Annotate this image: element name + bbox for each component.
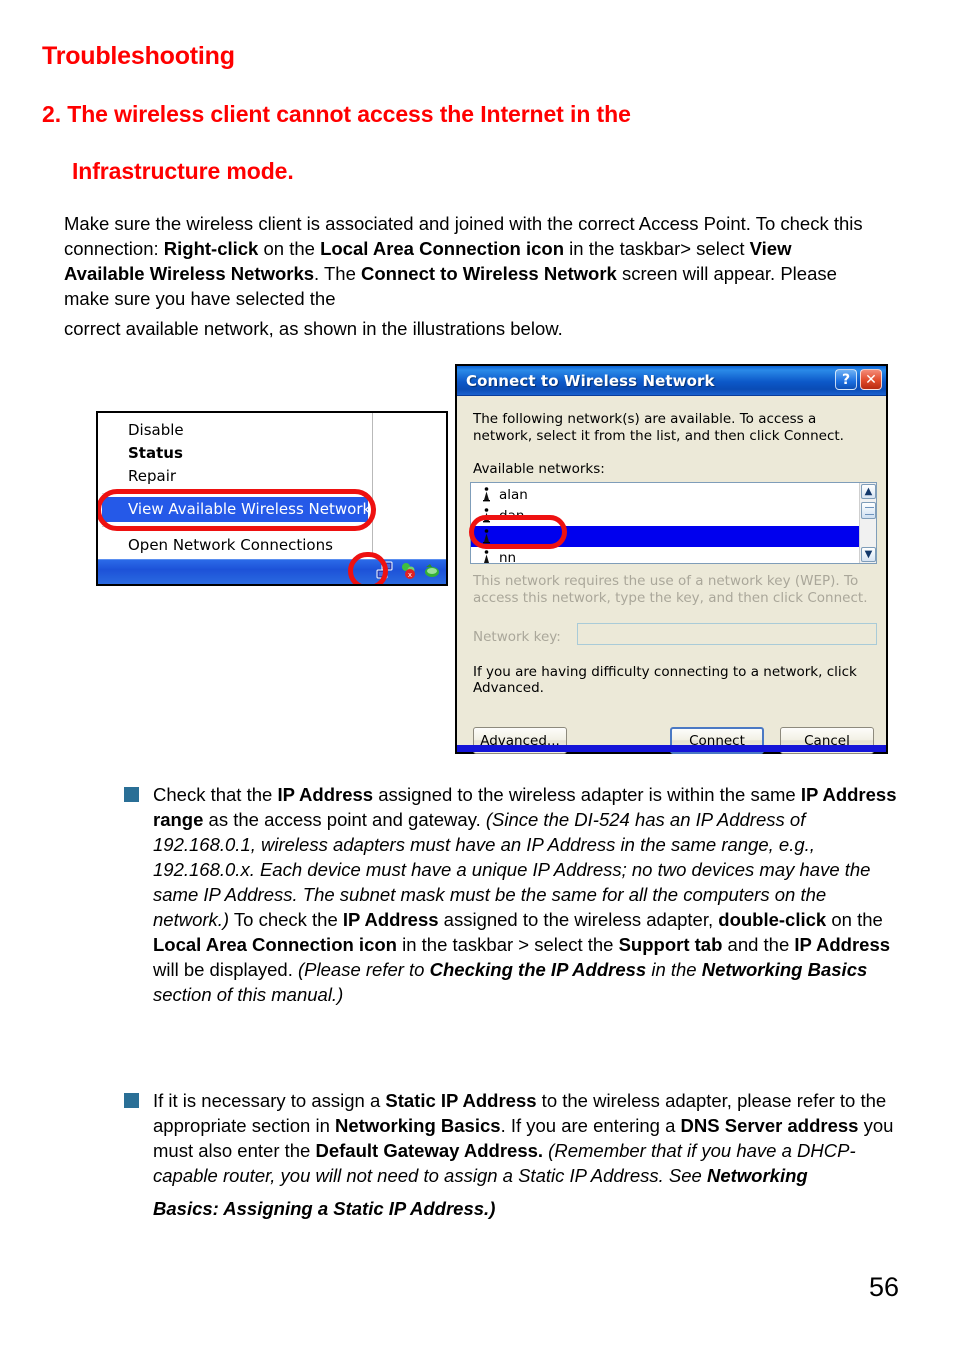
- context-menu-panel: Disable Status Repair View Available Wir…: [98, 413, 446, 584]
- b1-ib2: Networking Basics: [701, 959, 868, 980]
- scrollbar-thumb[interactable]: [861, 502, 876, 519]
- close-icon[interactable]: ✕: [860, 369, 882, 390]
- wireless-network-icon: [477, 550, 495, 563]
- bullet-item-static-ip: If it is necessary to assign a Static IP…: [124, 1088, 898, 1221]
- network-key-input[interactable]: [577, 623, 877, 645]
- b1-b6: Support tab: [618, 934, 723, 955]
- menu-item-disable[interactable]: Disable: [128, 421, 184, 439]
- utility-icon[interactable]: [423, 561, 442, 580]
- bullet-square-icon: [124, 1093, 139, 1108]
- advanced-note: If you are having difficulty connecting …: [473, 664, 857, 696]
- menu-divider: [372, 413, 373, 553]
- scroll-down-icon[interactable]: ▼: [861, 547, 876, 562]
- network-name: nn: [499, 549, 517, 564]
- b1-b4: double-click: [718, 909, 827, 930]
- b2-last: Basics: Assigning a Static IP Address.): [153, 1198, 496, 1219]
- listbox-scrollbar[interactable]: ▲ ▼: [859, 483, 876, 563]
- manual-page: Troubleshooting 2. The wireless client c…: [0, 0, 954, 1354]
- intro-text-f: correct available network, as shown in t…: [64, 318, 563, 339]
- b1-t8: and the: [722, 934, 795, 955]
- wireless-network-icon: [477, 487, 495, 502]
- b1-b7: IP Address: [794, 934, 891, 955]
- page-number: 56: [868, 1272, 899, 1302]
- b1-t5: assigned to the wireless adapter,: [438, 909, 719, 930]
- dialog-body: The following network(s) are available. …: [457, 397, 886, 754]
- b1-b5: Local Area Connection icon: [153, 934, 397, 955]
- b1-t9: will be displayed.: [153, 959, 298, 980]
- b1-b1: IP Address: [277, 784, 374, 805]
- b1-t7: in the taskbar > select the: [396, 934, 619, 955]
- menu-item-repair[interactable]: Repair: [128, 467, 176, 485]
- help-icon[interactable]: ?: [835, 369, 857, 390]
- intro-text-b: on the: [258, 238, 321, 259]
- b1-t1: Check that the: [153, 784, 278, 805]
- intro-bold-right-click: Right-click: [163, 238, 259, 259]
- b1-t3: as the access point and gateway.: [203, 809, 486, 830]
- list-item[interactable]: nn: [471, 547, 860, 564]
- menu-item-open-network-connections[interactable]: Open Network Connections: [128, 536, 333, 554]
- b2-b1: Static IP Address: [385, 1090, 537, 1111]
- scroll-up-icon[interactable]: ▲: [861, 484, 876, 499]
- page-title: Troubleshooting: [42, 42, 235, 70]
- intro-text-c: in the taskbar> select: [564, 238, 750, 259]
- windows-taskbar: x: [98, 552, 446, 584]
- menu-item-status[interactable]: Status: [128, 444, 183, 462]
- intro-bold-lac-icon: Local Area Connection icon: [320, 238, 565, 259]
- b1-t2: assigned to the wireless adapter is with…: [373, 784, 801, 805]
- context-menu-screenshot: Disable Status Repair View Available Wir…: [96, 411, 448, 586]
- b1-i4: section of this manual.): [153, 984, 344, 1005]
- b1-t6: on the: [826, 909, 883, 930]
- b1-ib1: Checking the IP Address: [429, 959, 647, 980]
- b2-b2: Networking Basics: [335, 1115, 501, 1136]
- wep-note: This network requires the use of a netwo…: [473, 573, 868, 606]
- svg-text:x: x: [408, 571, 412, 579]
- red-highlight-oval-menu: [98, 489, 376, 531]
- b2-b4: Default Gateway Address.: [315, 1140, 544, 1161]
- screenshot-bottom-bar: [457, 745, 886, 752]
- b2-ib1: Networking: [706, 1165, 808, 1186]
- bullet-text: If it is necessary to assign a Static IP…: [153, 1088, 898, 1221]
- b2-t1: If it is necessary to assign a: [153, 1090, 386, 1111]
- b1-i3: in the: [646, 959, 702, 980]
- dialog-description: The following network(s) are available. …: [473, 411, 844, 444]
- connect-to-wireless-network-dialog: Connect to Wireless Network ? ✕ The foll…: [455, 364, 888, 754]
- section-heading-line2: Infrastructure mode.: [72, 158, 294, 184]
- antivirus-icon[interactable]: x: [399, 561, 418, 580]
- b1-t4: To check the: [229, 909, 343, 930]
- b2-b3: DNS Server address: [680, 1115, 859, 1136]
- section-heading-line1: 2. The wireless client cannot access the…: [42, 101, 631, 127]
- intro-bold-ctwn: Connect to Wireless Network: [361, 263, 617, 284]
- b1-b3: IP Address: [342, 909, 439, 930]
- red-highlight-oval-tray: [348, 552, 388, 584]
- available-networks-label: Available networks:: [473, 461, 605, 477]
- red-highlight-oval-list: [469, 515, 567, 549]
- intro-paragraph: Make sure the wireless client is associa…: [64, 211, 864, 341]
- dialog-title: Connect to Wireless Network: [466, 371, 715, 390]
- bullet-text: Check that the IP Address assigned to th…: [153, 782, 898, 1007]
- titlebar-buttons: ? ✕: [835, 369, 882, 390]
- bullet-item-ip-address: Check that the IP Address assigned to th…: [124, 782, 898, 1007]
- dialog-button-row: Advanced... Connect Cancel: [457, 727, 886, 761]
- list-item[interactable]: alan: [471, 484, 860, 505]
- b2-t3: . If you are entering a: [500, 1115, 681, 1136]
- dialog-titlebar: Connect to Wireless Network ? ✕: [457, 366, 886, 396]
- b1-i2: (Please refer to: [298, 959, 430, 980]
- bullet-square-icon: [124, 787, 139, 802]
- network-key-label: Network key:: [473, 629, 561, 645]
- intro-text-d: . The: [314, 263, 362, 284]
- network-name: alan: [499, 486, 528, 503]
